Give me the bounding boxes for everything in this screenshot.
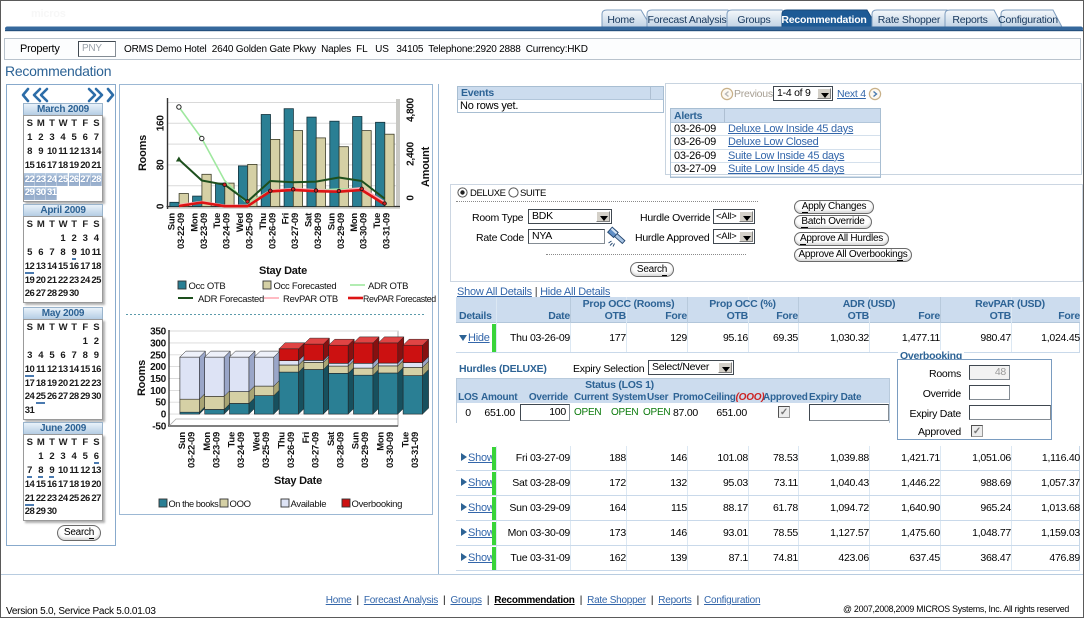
svg-text:50: 50 [155, 398, 166, 409]
svg-text:RevPAR OTB: RevPAR OTB [283, 294, 338, 305]
svg-text:Groups: Groups [737, 14, 770, 26]
svg-text:300: 300 [150, 338, 167, 349]
svg-text:Rate Shopper: Rate Shopper [878, 14, 941, 26]
svg-text:ADR Forecasted: ADR Forecasted [198, 294, 264, 305]
svg-text:03-25-09: 03-25-09 [245, 213, 256, 249]
svg-text:03-23-09: 03-23-09 [211, 432, 222, 468]
svg-text:200: 200 [150, 362, 167, 373]
svg-text:250: 250 [150, 350, 167, 361]
svg-text:160: 160 [156, 115, 167, 132]
svg-text:03-27-09: 03-27-09 [290, 213, 301, 249]
svg-text:Home: Home [607, 14, 635, 26]
svg-text:OOO: OOO [230, 499, 251, 510]
svg-text:Stay Date: Stay Date [274, 475, 322, 487]
svg-text:Occ OTB: Occ OTB [189, 281, 226, 292]
svg-text:0: 0 [406, 195, 417, 201]
svg-text:03-25-09: 03-25-09 [261, 432, 272, 468]
svg-text:Reports: Reports [952, 14, 987, 26]
svg-text:On the books: On the books [169, 499, 220, 509]
svg-text:03-28-09: 03-28-09 [335, 432, 346, 468]
svg-text:Forecast Analysis: Forecast Analysis [648, 14, 727, 26]
svg-text:03-23-09: 03-23-09 [199, 213, 210, 249]
svg-text:Recommendation: Recommendation [781, 14, 866, 26]
svg-text:Available: Available [291, 499, 327, 510]
svg-text:03-24-09: 03-24-09 [236, 432, 247, 468]
svg-text:Occ Forecasted: Occ Forecasted [274, 281, 337, 292]
svg-text:2,400: 2,400 [406, 141, 417, 165]
svg-text:03-24-09: 03-24-09 [222, 213, 233, 249]
svg-text:Configuration: Configuration [998, 14, 1058, 26]
svg-text:03-22-09: 03-22-09 [176, 213, 187, 249]
svg-text:Rooms: Rooms [137, 135, 149, 171]
svg-text:350: 350 [150, 327, 167, 338]
svg-text:03-31-09: 03-31-09 [410, 432, 421, 468]
svg-text:Overbooking: Overbooking [352, 499, 403, 510]
svg-text:03-26-09: 03-26-09 [286, 432, 297, 468]
svg-text:Rooms: Rooms [136, 360, 148, 396]
svg-text:03-27-09: 03-27-09 [311, 432, 322, 468]
svg-text:-50: -50 [152, 422, 166, 433]
svg-text:RevPAR Forecasted: RevPAR Forecasted [363, 294, 436, 304]
svg-text:150: 150 [150, 374, 167, 385]
svg-text:03-26-09: 03-26-09 [267, 213, 278, 249]
svg-text:ADR OTB: ADR OTB [368, 281, 408, 292]
svg-text:Amount: Amount [420, 146, 432, 187]
svg-text:0: 0 [156, 203, 167, 209]
svg-text:0: 0 [161, 410, 167, 421]
svg-text:4,800: 4,800 [406, 97, 417, 121]
svg-text:03-30-09: 03-30-09 [359, 213, 370, 249]
svg-text:80: 80 [156, 159, 167, 170]
svg-text:03-29-09: 03-29-09 [360, 432, 371, 468]
svg-text:03-30-09: 03-30-09 [385, 432, 396, 468]
svg-text:03-29-09: 03-29-09 [336, 213, 347, 249]
svg-text:03-22-09: 03-22-09 [187, 432, 198, 468]
svg-text:100: 100 [150, 386, 167, 397]
svg-text:micros: micros [31, 8, 66, 20]
svg-text:03-28-09: 03-28-09 [313, 213, 324, 249]
svg-text:Stay Date: Stay Date [259, 265, 307, 277]
svg-text:03-31-09: 03-31-09 [382, 213, 393, 249]
